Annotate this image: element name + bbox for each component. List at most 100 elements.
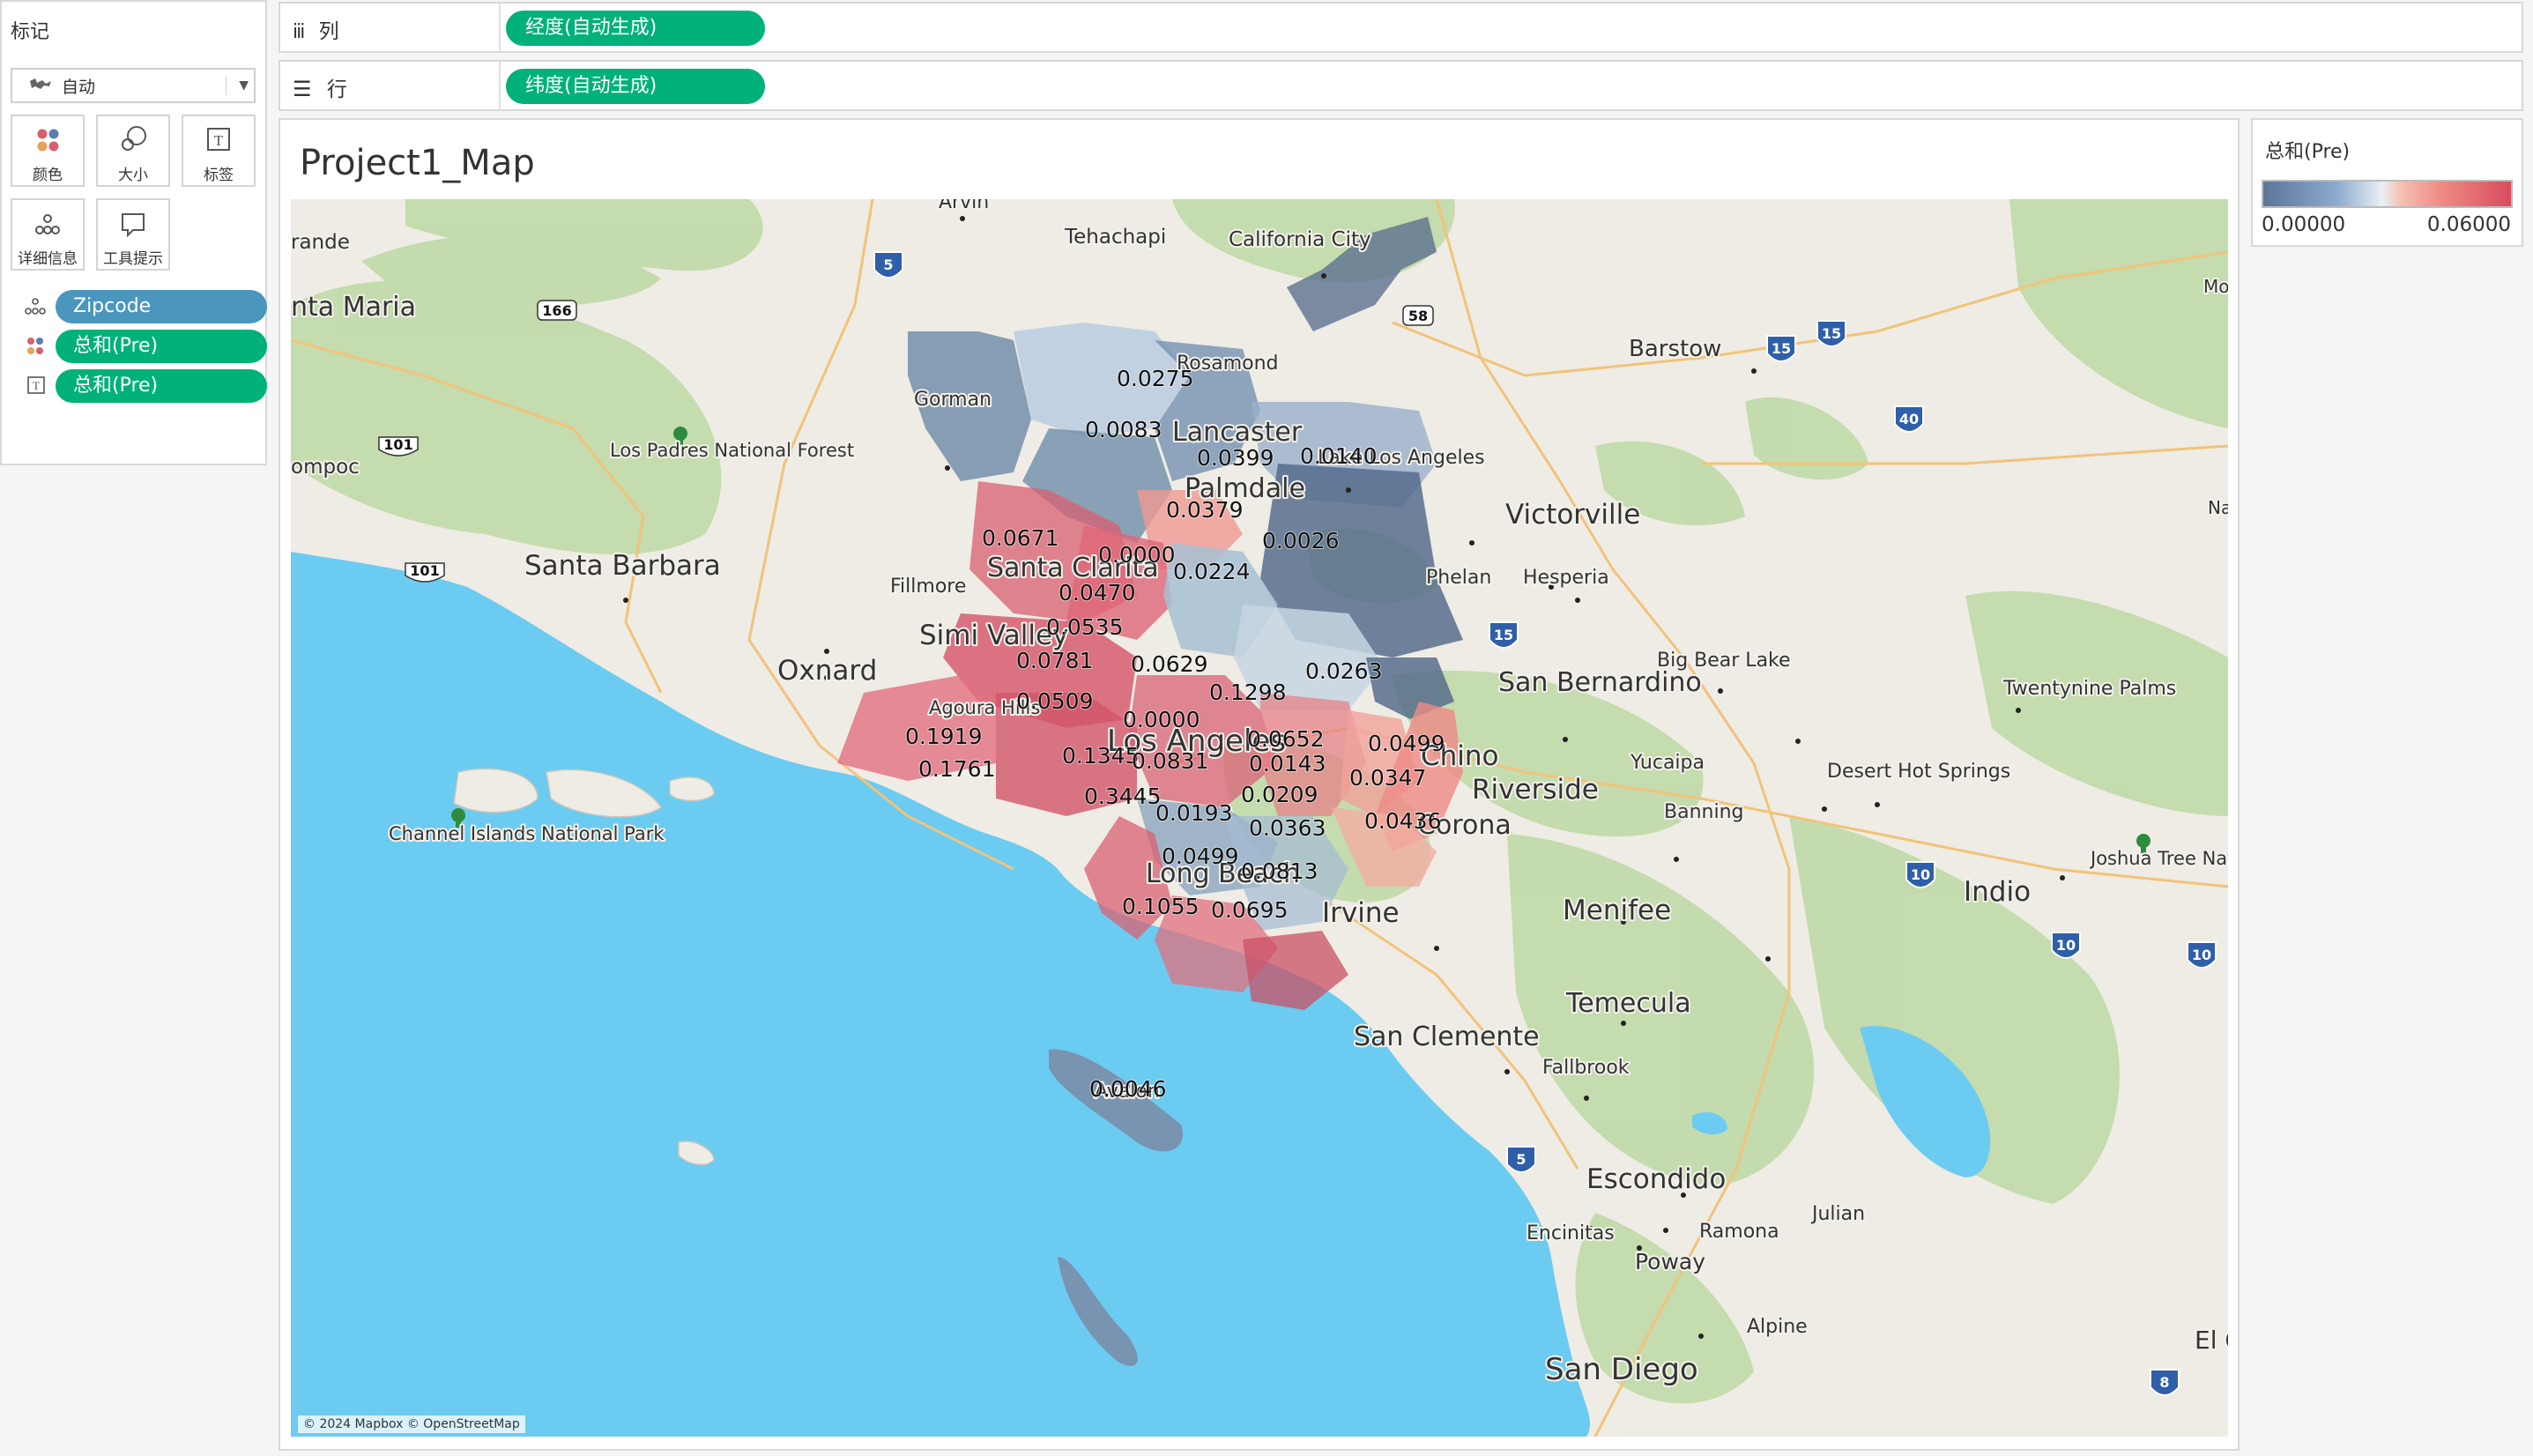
value-label: 0.0499 [1368,731,1445,756]
value-label: 0.0143 [1249,751,1326,776]
value-label: 0.0000 [1123,707,1200,732]
color-button-label: 颜色 [33,167,63,184]
value-label: 0.1298 [1209,680,1286,705]
interstate-shield-icon: 5 [1506,1146,1536,1173]
svg-text:nta Maria: nta Maria [291,292,416,323]
color-icon [12,123,83,162]
svg-text:5: 5 [883,256,893,273]
size-icon [98,123,168,162]
value-label: 0.0140 [1300,443,1377,469]
legend-max-value: 0.06000 [2426,213,2511,236]
interstate-shield-icon: 5 [873,251,903,279]
value-label: 0.0363 [1249,815,1326,841]
chevron-down-icon[interactable]: ▼ [226,76,249,95]
value-label: 0.0831 [1132,748,1208,774]
pre-color-pill[interactable]: 总和(Pre) [56,330,267,363]
value-label: 0.0083 [1085,417,1162,442]
svg-text:Temecula: Temecula [1565,988,1691,1019]
svg-text:15: 15 [1494,627,1513,643]
svg-text:10: 10 [2192,947,2211,963]
tooltip-button-label: 工具提示 [103,250,163,268]
columns-shelf: iii 列 经度(自动生成) [279,2,2523,53]
svg-text:Escondido: Escondido [1586,1163,1726,1195]
size-button-label: 大小 [118,167,148,184]
svg-text:San Bernardino: San Bernardino [1498,667,1702,698]
mark-type-dropdown[interactable]: 自动 ▼ [11,68,256,103]
svg-text:10: 10 [2056,937,2076,954]
shelf-divider [499,4,501,51]
svg-text:8: 8 [2159,1374,2169,1391]
svg-text:Barstow: Barstow [1629,336,1721,362]
interstate-shield-icon: 8 [2150,1369,2180,1396]
value-label: 0.0470 [1059,580,1135,605]
tooltip-button[interactable]: 工具提示 [96,198,170,271]
marks-card: 标记 自动 ▼ 颜色 大小 T 标签 详细信息 工具提示 Zipcode 总和(… [0,0,267,465]
svg-text:Channel Islands National Park: Channel Islands National Park [389,823,665,844]
svg-text:Los Padres National Forest: Los Padres National Forest [610,440,854,461]
svg-text:Na: Na [2208,497,2228,518]
value-label: 0.3445 [1084,784,1161,809]
map-mark-icon [28,76,55,95]
svg-text:166: 166 [542,302,571,319]
svg-text:Irvine: Irvine [1322,897,1400,929]
state-route-shield-icon: 58 [1402,305,1434,326]
svg-text:Victorville: Victorville [1505,499,1640,531]
svg-text:Santa Barbara: Santa Barbara [524,550,721,582]
state-route-shield-icon: 166 [537,300,577,321]
map-canvas[interactable]: 5 58 15 15 40 166 101 101 15 10 10 10 5 … [291,199,2228,1437]
interstate-shield-icon: 15 [1766,335,1796,362]
zipcode-pill[interactable]: Zipcode [56,290,267,323]
svg-text:Alpine: Alpine [1747,1316,1808,1338]
latitude-pill[interactable]: 纬度(自动生成) [506,69,765,104]
svg-text:Hesperia: Hesperia [1523,567,1609,589]
field-row-zipcode: Zipcode [18,288,267,323]
svg-text:101: 101 [383,436,412,453]
svg-text:Desert Hot Springs: Desert Hot Springs [1827,761,2010,783]
columns-icon: iii [293,21,305,43]
us-route-shield-icon: 101 [378,436,419,457]
value-label: 0.1055 [1122,894,1199,919]
detail-button[interactable]: 详细信息 [11,198,85,271]
svg-text:Arvin: Arvin [939,199,989,213]
shelf-divider [499,62,501,109]
value-label: 0.1919 [905,724,982,749]
value-label: 0.0046 [1089,1076,1166,1102]
interstate-shield-icon: 10 [2051,932,2081,959]
svg-text:58: 58 [1408,308,1428,324]
columns-shelf-label: iii 列 [293,20,339,43]
value-label: 0.1761 [918,756,995,782]
svg-text:T: T [33,379,40,392]
value-label: 0.0275 [1117,366,1193,391]
svg-text:Mo: Mo [2203,276,2228,297]
value-label: 0.0652 [1247,726,1324,752]
us-route-shield-icon: 101 [405,562,445,583]
value-label: 0.0000 [1098,542,1175,568]
svg-text:rande: rande [291,231,350,254]
value-label: 0.0026 [1262,528,1339,553]
svg-text:Encinitas: Encinitas [1526,1222,1615,1244]
svg-text:40: 40 [1899,411,1919,427]
worksheet-view: Project1_Map 5 58 15 15 40 166 101 101 1… [279,118,2240,1451]
pre-label-pill[interactable]: 总和(Pre) [56,369,267,403]
map-svg[interactable]: 5 58 15 15 40 166 101 101 15 10 10 10 5 … [291,199,2228,1437]
value-label: 0.0193 [1155,800,1232,826]
size-button[interactable]: 大小 [96,115,170,187]
legend-min-value: 0.00000 [2262,213,2346,236]
color-button[interactable]: 颜色 [11,115,85,187]
legend-gradient-bar [2262,180,2513,208]
svg-text:10: 10 [1911,866,1930,883]
value-label: 0.0209 [1241,782,1318,807]
value-label: 0.0781 [1016,648,1093,673]
value-label: 0.0263 [1305,658,1382,684]
label-button[interactable]: T 标签 [182,115,256,187]
svg-text:San Diego: San Diego [1545,1352,1698,1387]
label-icon: T [18,375,53,397]
svg-text:Ramona: Ramona [1699,1221,1779,1243]
map-attribution[interactable]: © 2024 Mapbox © OpenStreetMap [298,1415,525,1433]
svg-text:T: T [214,132,224,149]
color-legend[interactable]: 总和(Pre) 0.00000 0.06000 [2251,118,2523,247]
longitude-pill[interactable]: 经度(自动生成) [506,11,765,46]
mark-type-label: 自动 [62,77,96,97]
svg-text:Fillmore: Fillmore [890,576,966,598]
value-label: 0.0813 [1241,858,1318,884]
